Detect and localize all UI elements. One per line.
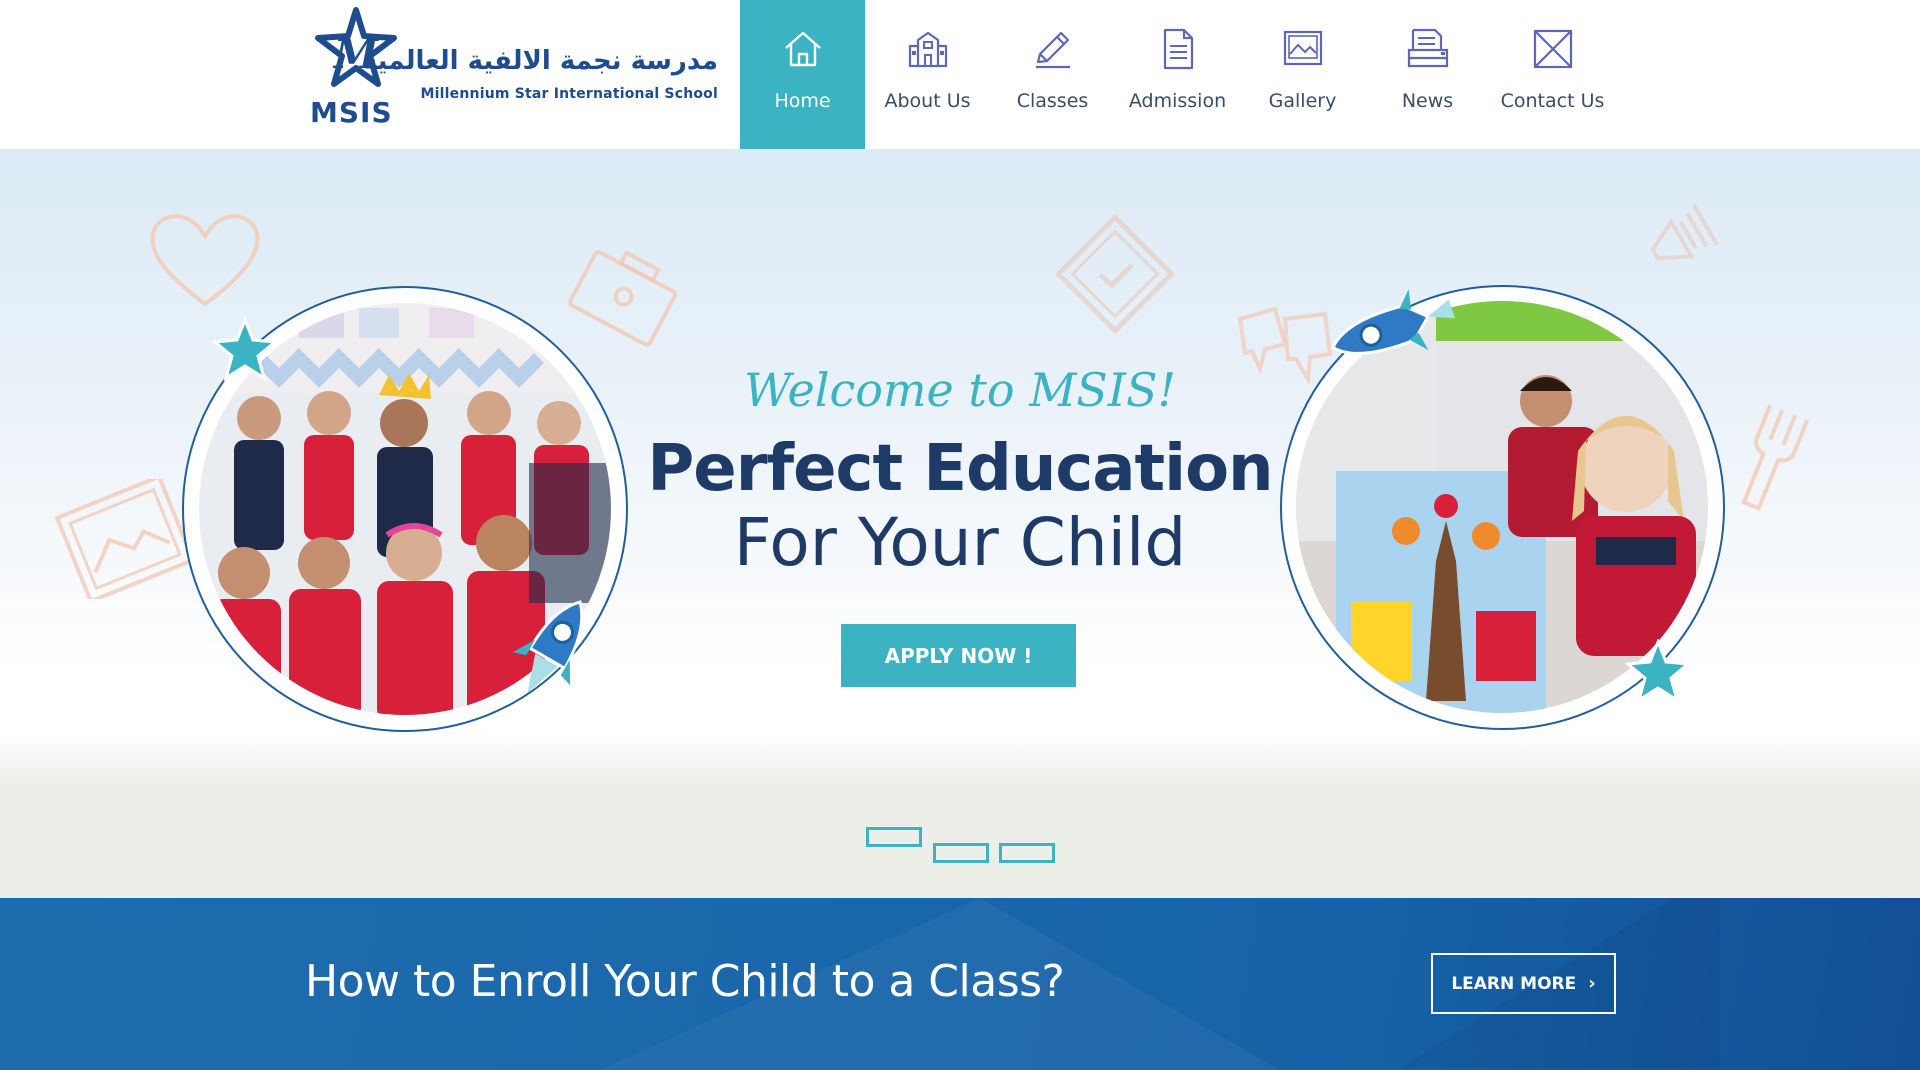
school-building-icon	[908, 31, 947, 68]
nav-label-classes: Classes	[1016, 90, 1089, 112]
nav-item-admission[interactable]: Admission	[1115, 0, 1240, 149]
logo-abbreviation: MSIS	[310, 96, 393, 129]
rocket-icon-right	[1331, 289, 1455, 355]
enroll-banner: How to Enroll Your Child to a Class? LEA…	[0, 898, 1920, 1070]
checkmark-box-icon	[1054, 213, 1176, 335]
learn-more-label: LEARN MORE	[1451, 973, 1577, 994]
slider-dot-1[interactable]	[866, 827, 922, 847]
nav-item-contact-us[interactable]: Contact Us	[1490, 0, 1615, 149]
star-icon-right	[1625, 639, 1691, 704]
pencil-icon	[1035, 31, 1070, 69]
logo-english-name: Millennium Star International School	[420, 86, 718, 102]
hero-headline: Perfect Education	[647, 432, 1273, 506]
hero-slider: Welcome to MSIS! Perfect Education For Y…	[0, 149, 1920, 898]
logo-arabic-name: مدرسة نجمة الالفية العالمية	[361, 46, 718, 76]
nav-item-gallery[interactable]: Gallery	[1240, 0, 1365, 149]
home-icon	[784, 31, 821, 67]
chevron-right-icon: ›	[1588, 973, 1596, 994]
school-logo[interactable]: M مدرسة نجمة الالفية العالمية Millennium…	[306, 6, 726, 129]
nav-label-admission: Admission	[1128, 90, 1227, 112]
site-header: M مدرسة نجمة الالفية العالمية Millennium…	[0, 0, 1920, 149]
nav-label-news: News	[1401, 90, 1454, 112]
heart-icon	[150, 214, 260, 307]
slider-pagination	[866, 827, 1056, 867]
nav-item-classes[interactable]: Classes	[990, 0, 1115, 149]
main-nav: Home About Us Classes Admission Gallery …	[740, 0, 1615, 149]
envelope-icon	[1533, 29, 1572, 69]
welcome-text: Welcome to MSIS!	[744, 363, 1176, 417]
slider-dot-3[interactable]	[999, 843, 1055, 863]
enroll-title: How to Enroll Your Child to a Class?	[305, 956, 1065, 1007]
briefcase-icon	[568, 250, 678, 347]
megaphone-icon	[1650, 204, 1719, 261]
rocket-icon	[512, 600, 584, 693]
image-frame-icon	[55, 479, 195, 599]
document-icon	[1163, 28, 1193, 70]
nav-item-news[interactable]: News	[1365, 0, 1490, 149]
nav-item-about-us[interactable]: About Us	[865, 0, 990, 149]
nav-item-home[interactable]: Home	[740, 0, 865, 149]
nav-label-gallery: Gallery	[1268, 90, 1337, 112]
newspaper-icon	[1407, 28, 1448, 68]
picture-icon	[1283, 30, 1322, 66]
nav-label-about-us: About Us	[884, 90, 971, 112]
fork-icon	[1741, 404, 1810, 511]
hero-subhead: For Your Child	[733, 504, 1187, 581]
apply-now-button[interactable]: APPLY NOW !	[841, 624, 1076, 687]
nav-label-home: Home	[774, 90, 831, 112]
star-icon	[212, 317, 278, 382]
learn-more-button[interactable]: LEARN MORE ›	[1431, 953, 1616, 1014]
nav-label-contact-us: Contact Us	[1500, 90, 1605, 112]
slider-dot-2[interactable]	[933, 843, 989, 863]
